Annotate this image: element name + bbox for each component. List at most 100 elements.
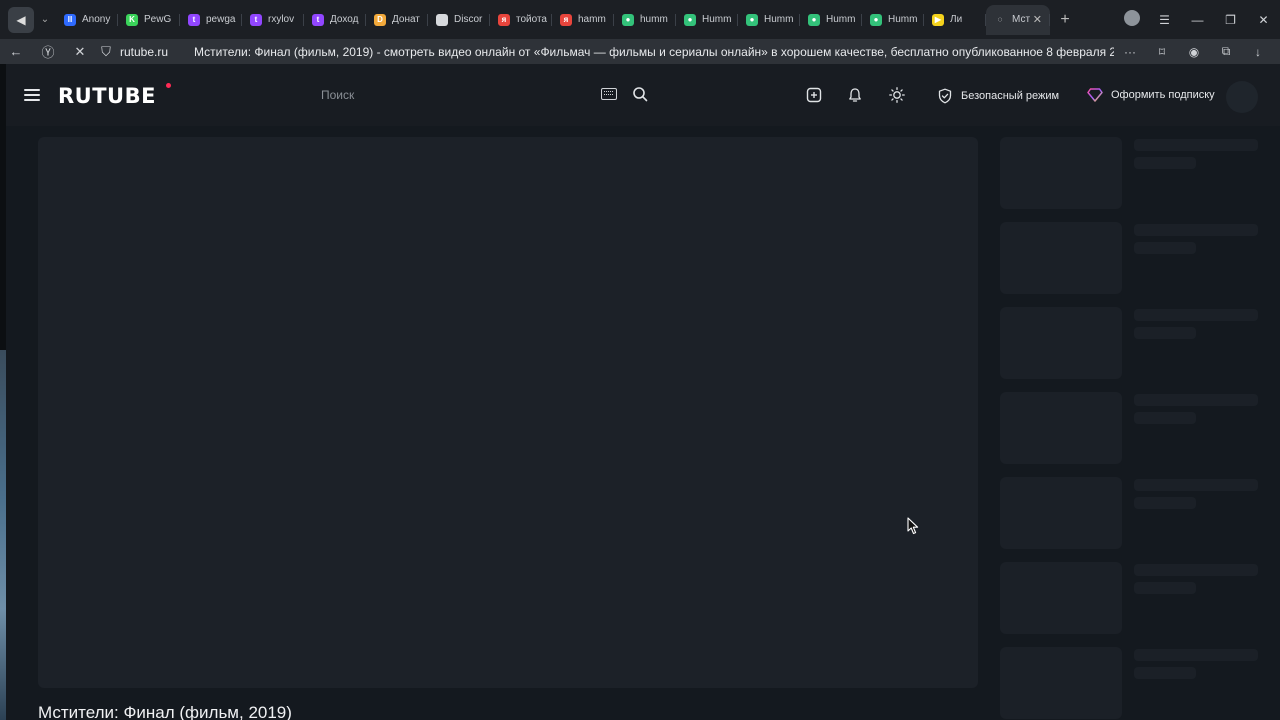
download-icon[interactable]: ↓ xyxy=(1242,45,1274,59)
safe-mode-label: Безопасный режим xyxy=(961,90,1060,102)
browser-tab[interactable]: я hamm xyxy=(552,5,614,35)
browser-tab[interactable]: я тойота xyxy=(490,5,552,35)
skeleton-text-line xyxy=(1134,412,1196,424)
tab-label: Discor xyxy=(454,14,483,25)
browser-tab[interactable]: ◌ Мст ✕ xyxy=(986,4,1050,35)
skeleton-thumbnail xyxy=(1000,392,1122,464)
loading-stop-icon[interactable]: ✕ xyxy=(64,44,96,60)
search-input[interactable] xyxy=(310,88,580,102)
tab-label: hamm xyxy=(578,14,606,25)
mouse-cursor-icon xyxy=(907,517,919,535)
logo-dot xyxy=(166,83,171,88)
notifications-bell-icon[interactable] xyxy=(847,87,863,103)
profile-icon[interactable] xyxy=(1115,10,1148,29)
browser-tab[interactable]: K PewG xyxy=(118,5,180,35)
extension-icon[interactable]: ◉ xyxy=(1178,45,1210,59)
search-icon[interactable] xyxy=(632,86,648,102)
skeleton-thumbnail xyxy=(1000,137,1122,209)
site-security-icon[interactable]: ⛉ xyxy=(96,44,116,60)
tab-label: Humm xyxy=(702,14,732,25)
tab-favicon-icon: ● xyxy=(622,13,634,26)
browser-tab[interactable]: ● Humm xyxy=(862,5,924,35)
tab-favicon-icon: ● xyxy=(808,13,820,26)
back-icon[interactable]: ← xyxy=(0,44,32,59)
skeleton-text-line xyxy=(1134,309,1258,321)
skeleton-thumbnail xyxy=(1000,222,1122,294)
diamond-icon xyxy=(1087,88,1103,102)
tab-label: pewga xyxy=(206,14,236,25)
skeleton-video-card xyxy=(1000,392,1260,476)
tab-label: Ли xyxy=(950,14,963,25)
tab-favicon-icon: ◌ xyxy=(994,13,1006,26)
tab-list-dropdown-icon[interactable]: ⌄ xyxy=(34,7,56,33)
tab-label: Anony xyxy=(82,14,111,25)
collections-icon[interactable]: ⧉ xyxy=(1210,44,1242,59)
browser-tab[interactable]: ● humm xyxy=(614,5,676,35)
skeleton-text-line xyxy=(1134,479,1258,491)
new-tab-button[interactable]: + xyxy=(1052,7,1078,33)
tab-label: humm xyxy=(640,14,668,25)
keyboard-icon[interactable] xyxy=(601,88,617,100)
browser-tab[interactable]: II Anony xyxy=(56,5,118,35)
tab-label: Мст xyxy=(1012,14,1031,25)
tab-favicon-icon: D xyxy=(374,13,386,26)
video-player-placeholder[interactable] xyxy=(38,137,978,688)
skeleton-thumbnail xyxy=(1000,307,1122,379)
sidebar-toggle-icon[interactable]: ◀ xyxy=(8,6,34,33)
left-edge-background xyxy=(0,350,6,720)
minimize-icon[interactable]: — xyxy=(1181,13,1214,27)
hamburger-menu-icon[interactable] xyxy=(24,89,40,101)
subscribe-button[interactable]: Оформить подписку xyxy=(1087,88,1215,102)
skeleton-video-card xyxy=(1000,222,1260,306)
skeleton-thumbnail xyxy=(1000,647,1122,719)
skeleton-text-line xyxy=(1134,497,1196,509)
tab-label: тойота xyxy=(516,14,547,25)
browser-tab[interactable]: ● Humm xyxy=(738,5,800,35)
skeleton-video-card xyxy=(1000,562,1260,646)
shield-check-icon xyxy=(938,88,952,104)
tab-favicon-icon: ● xyxy=(684,13,696,26)
upload-video-icon[interactable] xyxy=(806,87,822,103)
skeleton-text-line xyxy=(1134,394,1258,406)
skeleton-text-line xyxy=(1134,667,1196,679)
safe-mode-button[interactable]: Безопасный режим xyxy=(937,88,1059,104)
browser-tab[interactable]: ● Humm xyxy=(676,5,738,35)
browser-tab[interactable]: Discor xyxy=(428,5,490,35)
page-title-in-address[interactable]: Мстители: Финал (фильм, 2019) - смотреть… xyxy=(194,45,1114,59)
user-avatar[interactable] xyxy=(1226,81,1258,113)
browser-tab[interactable]: ▶ Ли xyxy=(924,5,986,35)
skeleton-text-line xyxy=(1134,564,1258,576)
browser-tab[interactable]: ● Humm xyxy=(800,5,862,35)
video-title: Мстители: Финал (фильм, 2019) xyxy=(38,703,292,720)
skeleton-text-line xyxy=(1134,224,1258,236)
recommendations-skeleton-list xyxy=(1000,137,1260,720)
skeleton-text-line xyxy=(1134,649,1258,661)
tab-label: rxylov xyxy=(268,14,295,25)
more-icon[interactable]: ··· xyxy=(1114,45,1146,59)
rutube-header: RUTUBE Безопасный режим xyxy=(0,64,1280,126)
tab-favicon-icon: t xyxy=(188,13,200,26)
menu-icon[interactable]: ☰ xyxy=(1148,13,1181,27)
skeleton-text-line xyxy=(1134,327,1196,339)
close-tab-icon[interactable]: ✕ xyxy=(1033,13,1042,26)
skeleton-text-line xyxy=(1134,157,1196,169)
browser-tab[interactable]: D Донат xyxy=(366,5,428,35)
tab-label: Humm xyxy=(764,14,794,25)
tab-favicon-icon: II xyxy=(64,13,76,26)
theme-sun-icon[interactable] xyxy=(889,87,905,103)
browser-tab[interactable]: t pewga xyxy=(180,5,242,35)
restore-icon[interactable]: ❐ xyxy=(1214,13,1247,27)
close-window-icon[interactable]: ✕ xyxy=(1247,13,1280,27)
rutube-logo[interactable]: RUTUBE xyxy=(58,84,156,108)
skeleton-video-card xyxy=(1000,647,1260,720)
bookmark-icon[interactable]: ⌑ xyxy=(1146,45,1178,59)
browser-tab[interactable]: t Доход xyxy=(304,5,366,35)
yandex-icon[interactable]: Ⓨ xyxy=(32,42,64,61)
skeleton-text-line xyxy=(1134,139,1258,151)
browser-tab[interactable]: t rxylov xyxy=(242,5,304,35)
skeleton-text-line xyxy=(1134,242,1196,254)
tab-favicon-icon: я xyxy=(498,13,510,26)
tab-favicon-icon: t xyxy=(250,13,262,26)
tab-label: Доход xyxy=(330,14,359,25)
site-domain[interactable]: rutube.ru xyxy=(120,45,168,59)
